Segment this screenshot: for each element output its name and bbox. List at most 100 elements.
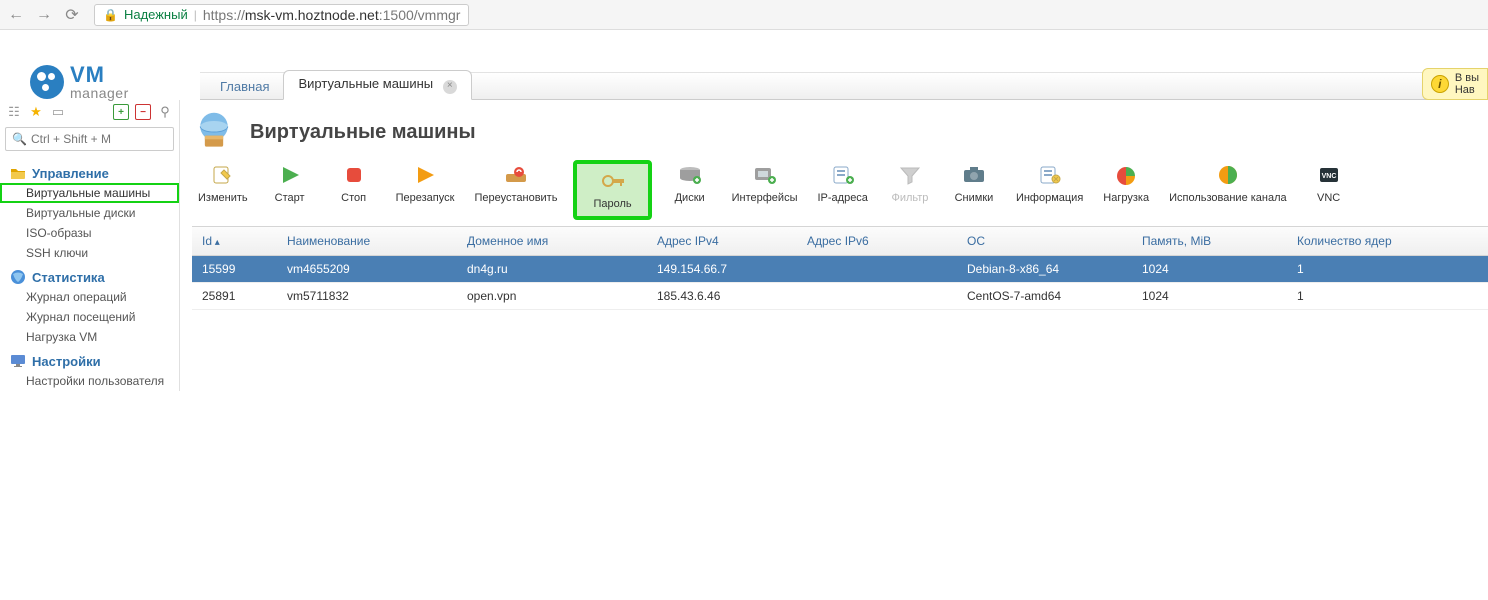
sidebar-item-vms[interactable]: Виртуальные машины bbox=[0, 183, 179, 203]
sidebar-item-ssh[interactable]: SSH ключи bbox=[0, 243, 179, 263]
vnc-icon: VNC bbox=[1316, 164, 1342, 186]
tree-icon[interactable]: ☷ bbox=[6, 104, 22, 120]
expand-all-icon[interactable]: + bbox=[113, 104, 129, 120]
bandwidth-icon bbox=[1215, 164, 1241, 186]
toolbar-password-button[interactable]: Пароль bbox=[573, 160, 651, 220]
toolbar-stop-button[interactable]: Стоп bbox=[328, 160, 380, 206]
info-line1: В вы bbox=[1455, 72, 1479, 84]
table-cell: 185.43.6.46 bbox=[647, 283, 797, 309]
toolbar-label: Пароль bbox=[593, 198, 631, 210]
search-icon: 🔍 bbox=[12, 132, 27, 146]
address-bar[interactable]: 🔒 Надежный | https://msk-vm.hoztnode.net… bbox=[94, 4, 469, 26]
url-host: msk-vm.hoztnode.net bbox=[245, 7, 379, 23]
toolbar-disks-button[interactable]: Диски bbox=[664, 160, 716, 206]
stop-icon bbox=[341, 164, 367, 186]
toolbar-info-button[interactable]: Информация bbox=[1012, 160, 1087, 206]
sidebar-item-iso[interactable]: ISO-образы bbox=[0, 223, 179, 243]
info-callout[interactable]: i В вы Нав bbox=[1422, 68, 1488, 100]
lock-icon: 🔒 bbox=[103, 8, 118, 22]
toolbar-edit-button[interactable]: Изменить bbox=[194, 160, 252, 206]
table-cell: vm5711832 bbox=[277, 283, 457, 309]
disks-icon bbox=[677, 164, 703, 186]
table-cell: 1 bbox=[1287, 256, 1488, 282]
sidebar-item-vmload[interactable]: Нагрузка VM bbox=[0, 327, 179, 347]
column-header[interactable]: Память, MiB bbox=[1132, 227, 1287, 255]
table-cell: open.vpn bbox=[457, 283, 647, 309]
toolbar-restart-button[interactable]: Перезапуск bbox=[392, 160, 459, 206]
toolbar-load-button[interactable]: Нагрузка bbox=[1099, 160, 1153, 206]
tab-label: Виртуальные машины bbox=[298, 76, 433, 91]
section-title: Управление bbox=[32, 166, 109, 181]
forward-button[interactable]: → bbox=[34, 5, 54, 25]
sidebar-item-visitlog[interactable]: Журнал посещений bbox=[0, 307, 179, 327]
toolbar-label: Стоп bbox=[341, 192, 366, 204]
table-cell: 25891 bbox=[192, 283, 277, 309]
section-statistics[interactable]: Статистика bbox=[0, 263, 179, 287]
info-icon bbox=[1037, 164, 1063, 186]
folder-icon bbox=[10, 165, 26, 181]
toolbar-interfaces-button[interactable]: Интерфейсы bbox=[728, 160, 802, 206]
app-header: VM manager Главная Виртуальные машины × … bbox=[0, 30, 1488, 100]
table-cell: 149.154.66.7 bbox=[647, 256, 797, 282]
toolbar-reinstall-button[interactable]: Переустановить bbox=[470, 160, 561, 206]
logo-text: VM manager bbox=[70, 64, 129, 100]
logo-icon bbox=[30, 65, 64, 99]
table-cell: 15599 bbox=[192, 256, 277, 282]
toolbar-ip-button[interactable]: IP-адреса bbox=[813, 160, 871, 206]
info-text: В вы Нав bbox=[1455, 72, 1479, 96]
url-path: :1500/vmmgr bbox=[379, 7, 461, 23]
table-cell: Debian-8-x86_64 bbox=[957, 256, 1132, 282]
toolbar-filter-button[interactable]: Фильтр bbox=[884, 160, 936, 206]
star-icon[interactable]: ★ bbox=[28, 104, 44, 120]
table-cell: 1 bbox=[1287, 283, 1488, 309]
column-header[interactable]: Количество ядер bbox=[1287, 227, 1488, 255]
table-row[interactable]: 25891vm5711832open.vpn185.43.6.46CentOS-… bbox=[192, 283, 1488, 310]
toolbar-snapshots-button[interactable]: Снимки bbox=[948, 160, 1000, 206]
toolbar-label: Информация bbox=[1016, 192, 1083, 204]
monitor-icon bbox=[10, 353, 26, 369]
toolbar-start-button[interactable]: Старт bbox=[264, 160, 316, 206]
column-header[interactable]: Доменное имя bbox=[457, 227, 647, 255]
sidebar-item-usersettings[interactable]: Настройки пользователя bbox=[0, 371, 179, 391]
tab-main[interactable]: Главная bbox=[206, 74, 283, 99]
toolbar-label: IP-адреса bbox=[817, 192, 867, 204]
column-header[interactable]: Наименование bbox=[277, 227, 457, 255]
browser-toolbar: ← → ⟳ 🔒 Надежный | https://msk-vm.hoztno… bbox=[0, 0, 1488, 30]
filter-icon bbox=[897, 164, 923, 186]
column-header[interactable]: Адрес IPv4 bbox=[647, 227, 797, 255]
sidebar-item-oplog[interactable]: Журнал операций bbox=[0, 287, 179, 307]
reload-button[interactable]: ⟳ bbox=[62, 5, 82, 25]
svg-text:VNC: VNC bbox=[1321, 173, 1336, 180]
sidebar-item-disks[interactable]: Виртуальные диски bbox=[0, 203, 179, 223]
logo-line2: manager bbox=[70, 86, 129, 100]
pin-icon[interactable]: ⚲ bbox=[157, 104, 173, 120]
ip-icon bbox=[830, 164, 856, 186]
tab-vms[interactable]: Виртуальные машины × bbox=[283, 70, 471, 100]
toolbar-label: Фильтр bbox=[891, 192, 928, 204]
back-button[interactable]: ← bbox=[6, 5, 26, 25]
table-cell: dn4g.ru bbox=[457, 256, 647, 282]
toolbar: Изменить Старт Стоп ПерезапускПереустановит… bbox=[194, 160, 1488, 220]
edit-icon bbox=[210, 164, 236, 186]
close-icon[interactable]: × bbox=[443, 80, 457, 94]
toolbar-bandwidth-button[interactable]: Использование канала bbox=[1165, 160, 1291, 206]
toolbar-vnc-button[interactable]: VNCVNC bbox=[1303, 160, 1355, 206]
snapshots-icon bbox=[961, 164, 987, 186]
column-header[interactable]: Id bbox=[192, 227, 277, 255]
table-row[interactable]: 15599vm4655209dn4g.ru149.154.66.7Debian-… bbox=[192, 256, 1488, 283]
search-input[interactable] bbox=[31, 132, 167, 146]
logo-line1: VM bbox=[70, 64, 129, 86]
section-title: Настройки bbox=[32, 354, 101, 369]
tab-label: Главная bbox=[220, 79, 269, 94]
section-management[interactable]: Управление bbox=[0, 159, 179, 183]
page-icon bbox=[192, 110, 236, 154]
globe-icon bbox=[10, 269, 26, 285]
section-settings[interactable]: Настройки bbox=[0, 347, 179, 371]
collapse-all-icon[interactable]: − bbox=[135, 104, 151, 120]
logo: VM manager bbox=[8, 50, 129, 100]
card-icon[interactable]: ▭ bbox=[50, 104, 66, 120]
sidebar-search[interactable]: 🔍 bbox=[5, 127, 174, 151]
column-header[interactable]: ОС bbox=[957, 227, 1132, 255]
tab-bar: Главная Виртуальные машины × bbox=[200, 72, 1488, 100]
column-header[interactable]: Адрес IPv6 bbox=[797, 227, 957, 255]
